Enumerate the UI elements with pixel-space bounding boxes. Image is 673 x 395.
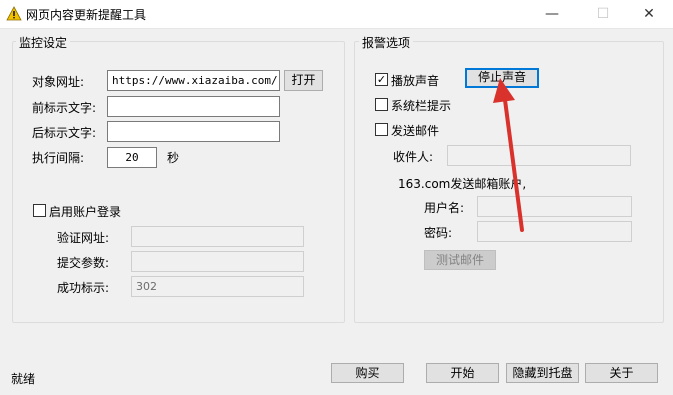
- annotation-arrow-icon: [493, 78, 524, 232]
